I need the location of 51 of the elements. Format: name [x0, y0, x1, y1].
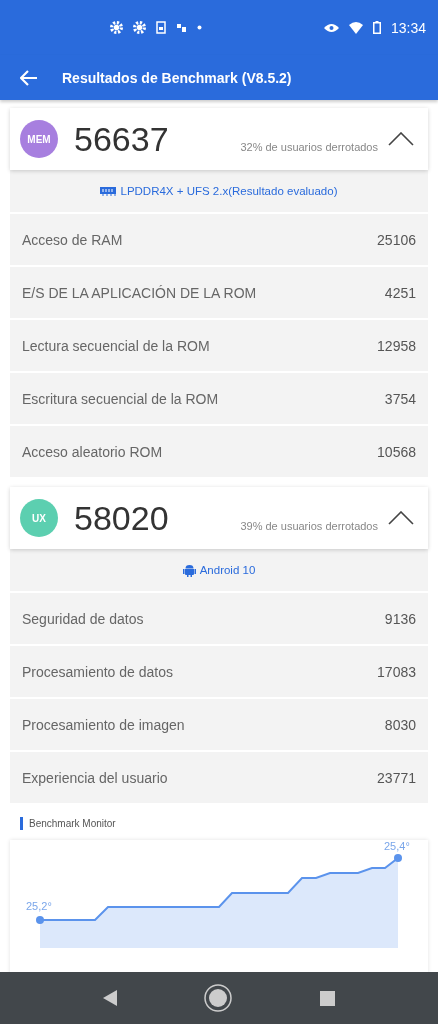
back-nav-button[interactable]	[103, 990, 118, 1006]
gear-icon	[133, 21, 146, 34]
battery-icon	[372, 21, 381, 34]
end-temperature: 25,4°	[384, 840, 410, 852]
metric-label: Seguridad de datos	[22, 610, 144, 627]
metric-label: Procesamiento de datos	[22, 663, 173, 680]
device-info: Android 10	[199, 564, 256, 576]
notification-icon	[176, 22, 187, 33]
metric-value: 10568	[377, 443, 416, 460]
category-badge: UX	[20, 499, 58, 537]
metric-value: 3754	[384, 390, 416, 407]
metric-label: Procesamiento de imagen	[22, 716, 185, 733]
metric-value: 4251	[384, 284, 416, 301]
metric-value: 23771	[377, 769, 416, 786]
start-point	[36, 916, 44, 924]
metric-label: Escritura secuencial de la ROM	[22, 390, 219, 407]
android-icon	[182, 563, 196, 577]
eye-icon	[323, 22, 339, 33]
end-point	[394, 854, 402, 862]
metric-label: Acceso aleatorio ROM	[22, 443, 163, 460]
memory-chip-icon	[100, 186, 117, 196]
chevron-up-icon[interactable]	[388, 132, 414, 146]
clock-time: 13:34	[390, 19, 426, 36]
sim-card-icon	[156, 21, 166, 34]
section-title: Benchmark Monitor	[29, 818, 116, 829]
metric-value: 9136	[384, 610, 416, 627]
defeated-percent: 39% de usuarios derrotados	[239, 520, 378, 532]
metric-label: Lectura secuencial de la ROM	[22, 337, 210, 354]
start-temperature: 25,2°	[26, 900, 52, 912]
recents-nav-button[interactable]	[319, 990, 335, 1006]
screen-title: Resultados de Benchmark (V8.5.2)	[62, 69, 292, 86]
score-value: 56637	[74, 119, 169, 159]
metric-label: E/S DE LA APLICACIÓN DE LA ROM	[22, 284, 257, 301]
metric-value: 8030	[384, 716, 416, 733]
metric-label: Acceso de RAM	[22, 231, 123, 248]
dot-icon	[197, 25, 202, 30]
home-nav-button[interactable]	[203, 983, 234, 1013]
metric-value: 12958	[377, 337, 416, 354]
gear-icon	[110, 21, 123, 34]
score-value: 58020	[74, 498, 169, 538]
metric-value: 25106	[377, 231, 416, 248]
device-info: LPDDR4X + UFS 2.x(Resultado evaluado)	[120, 185, 338, 197]
metric-label: Experiencia del usuario	[22, 769, 168, 786]
defeated-percent: 32% de usuarios derrotados	[239, 141, 378, 153]
category-badge: MEM	[20, 120, 58, 158]
back-button[interactable]	[20, 69, 38, 86]
metric-value: 17083	[377, 663, 416, 680]
score-card[interactable]: MEM 56637 32% de usuarios derrotados	[10, 108, 428, 170]
score-card[interactable]: UX 58020 39% de usuarios derrotados	[10, 487, 428, 549]
chevron-up-icon[interactable]	[388, 511, 414, 525]
wifi-icon	[348, 21, 363, 34]
